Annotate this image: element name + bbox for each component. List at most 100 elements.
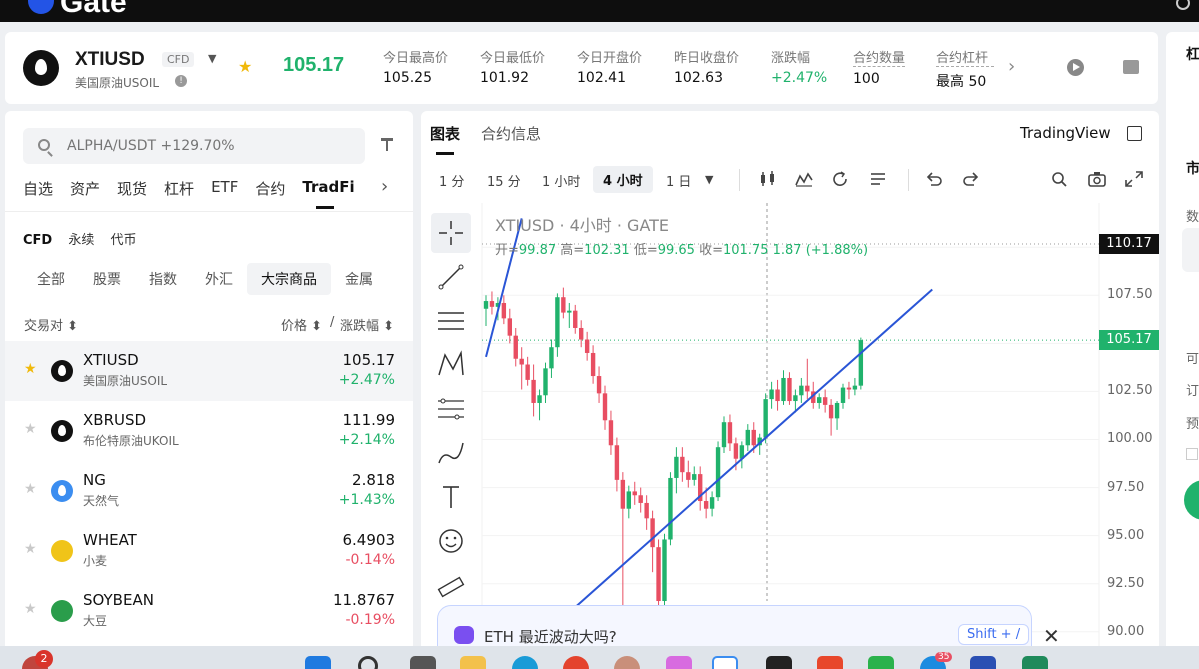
edge-browser-icon[interactable] — [512, 656, 538, 669]
chrome-browser-icon[interactable] — [563, 656, 589, 669]
candle — [686, 460, 691, 488]
tab-spot[interactable]: 现货 — [117, 178, 147, 199]
gate-logo-text[interactable]: Gate — [60, 0, 127, 20]
column-header-change[interactable]: 涨跌幅 ⬍ — [340, 315, 394, 334]
star-icon[interactable]: ★ — [24, 361, 37, 377]
mail-count-badge: 35 — [935, 652, 953, 662]
candle — [858, 337, 864, 390]
gate-logo-icon[interactable] — [28, 0, 54, 14]
candle — [513, 327, 518, 367]
star-icon[interactable]: ★ — [24, 481, 37, 497]
candle — [608, 410, 614, 455]
estimate-label: 预 — [1186, 417, 1199, 432]
quantity-input[interactable] — [1182, 228, 1199, 272]
task-view-icon[interactable] — [410, 656, 436, 669]
tab-margin[interactable]: 杠杆 — [164, 178, 194, 199]
star-icon[interactable]: ★ — [24, 541, 37, 557]
app-icon[interactable] — [666, 656, 692, 669]
tab-futures[interactable]: 合约 — [255, 178, 285, 199]
file-explorer-icon[interactable] — [460, 656, 486, 669]
market-list-panel: 自选 资产 现货 杠杆 ETF 合约 TradFi › CFD 永续 代币 全部… — [5, 111, 413, 651]
list-item[interactable]: ★ WHEAT 小麦 6.4903 -0.14% — [5, 521, 413, 581]
category-commodities[interactable]: 大宗商品 — [247, 263, 331, 295]
search-icon — [38, 139, 50, 151]
chart-panel: 图表 合约信息 TradingView 1 分 15 分 1 小时 4 小时 1… — [421, 111, 1159, 651]
candle — [561, 287, 566, 319]
candle-layer — [483, 287, 864, 628]
subtab-perpetual[interactable]: 永续 — [68, 233, 94, 248]
search-input[interactable] — [67, 136, 347, 156]
pin-icon[interactable] — [381, 138, 393, 152]
candle — [698, 466, 703, 511]
symbol-name[interactable]: XTIUSD — [75, 49, 145, 71]
order-tab-margin[interactable]: 杠 — [1186, 44, 1199, 64]
ai-assistant-icon — [454, 626, 474, 644]
tiktok-icon[interactable] — [766, 656, 792, 669]
divider — [5, 211, 413, 212]
category-stocks[interactable]: 股票 — [79, 263, 135, 295]
windows-start-icon[interactable] — [305, 656, 331, 669]
info-icon[interactable]: ! — [175, 75, 187, 87]
list-item[interactable]: ★ SOYBEAN 大豆 11.8767 -0.19% — [5, 581, 413, 641]
favorite-star-icon[interactable]: ★ — [238, 57, 252, 76]
candle — [656, 539, 661, 611]
checkbox[interactable] — [1186, 448, 1198, 460]
close-icon[interactable]: ✕ — [1043, 624, 1060, 648]
candle — [840, 383, 846, 409]
globe-icon[interactable] — [1176, 0, 1190, 10]
shortcut-badge: Shift + / — [958, 624, 1030, 645]
last-price: 105.17 — [283, 54, 345, 76]
chevron-down-icon[interactable]: ▼ — [208, 52, 216, 65]
oil-drop-icon — [51, 360, 73, 382]
tab-etf[interactable]: ETF — [211, 178, 238, 199]
column-header-price[interactable]: 价格 ⬍ — [281, 315, 322, 334]
price-chart[interactable] — [421, 111, 1159, 651]
list-item[interactable]: ★ NG 天然气 2.818 +1.43% — [5, 461, 413, 521]
category-metals[interactable]: 金属 — [331, 263, 387, 295]
candle — [555, 293, 560, 357]
book-icon[interactable] — [1123, 60, 1139, 74]
list-item[interactable]: ★ XBRUSD 布伦特原油UKOIL 111.99 +2.14% — [5, 401, 413, 461]
tab-assets[interactable]: 资产 — [70, 178, 100, 199]
category-indices[interactable]: 指数 — [135, 263, 191, 295]
list-item[interactable]: ★ XTIUSD 美国原油USOIL 105.17 +2.47% — [5, 341, 413, 401]
tab-tradfi[interactable]: TradFi — [302, 178, 355, 209]
available-label: 可 — [1186, 352, 1199, 367]
stat-leverage: 合约杠杆 最高 50 — [936, 47, 994, 91]
tab-favorites[interactable]: 自选 — [23, 178, 53, 199]
candle — [680, 447, 685, 482]
y-tick-label: 102.50 — [1107, 383, 1153, 399]
category-all[interactable]: 全部 — [23, 263, 79, 295]
wechat-icon[interactable] — [868, 656, 894, 669]
app-icon[interactable] — [970, 656, 996, 669]
star-icon[interactable]: ★ — [24, 421, 37, 437]
candle — [769, 381, 774, 409]
column-header-pair[interactable]: 交易对 ⬍ — [24, 315, 78, 334]
gate-app-icon[interactable] — [712, 656, 738, 669]
buy-button[interactable] — [1184, 480, 1199, 520]
candle — [549, 339, 554, 378]
search-icon[interactable] — [358, 656, 378, 669]
category-forex[interactable]: 外汇 — [191, 263, 247, 295]
candle — [590, 345, 596, 384]
subtab-token[interactable]: 代币 — [111, 233, 137, 248]
chevron-right-icon[interactable]: › — [1008, 56, 1015, 77]
ai-prompt-text[interactable]: ETH 最近波动大吗? — [484, 626, 617, 647]
ohlc-readout: 开=99.87 高=102.31 低=99.65 收=101.75 1.87 (… — [495, 243, 869, 258]
subtab-cfd[interactable]: CFD — [23, 233, 52, 248]
search-box[interactable] — [23, 128, 365, 164]
candle — [799, 377, 804, 403]
avatar-app-icon[interactable] — [614, 656, 640, 669]
candle — [525, 356, 530, 386]
app-icon[interactable] — [817, 656, 843, 669]
candle — [537, 389, 542, 421]
candle — [775, 379, 780, 411]
price-tag: 110.17 — [1099, 233, 1159, 254]
star-icon[interactable]: ★ — [24, 601, 37, 617]
calculator-icon[interactable] — [1022, 656, 1048, 669]
order-type-market[interactable]: 市 — [1186, 158, 1199, 178]
play-icon[interactable] — [1067, 59, 1084, 76]
candle — [567, 302, 572, 328]
stat-change: 涨跌幅 +2.47% — [771, 51, 828, 86]
chevron-right-icon[interactable]: › — [381, 176, 388, 197]
